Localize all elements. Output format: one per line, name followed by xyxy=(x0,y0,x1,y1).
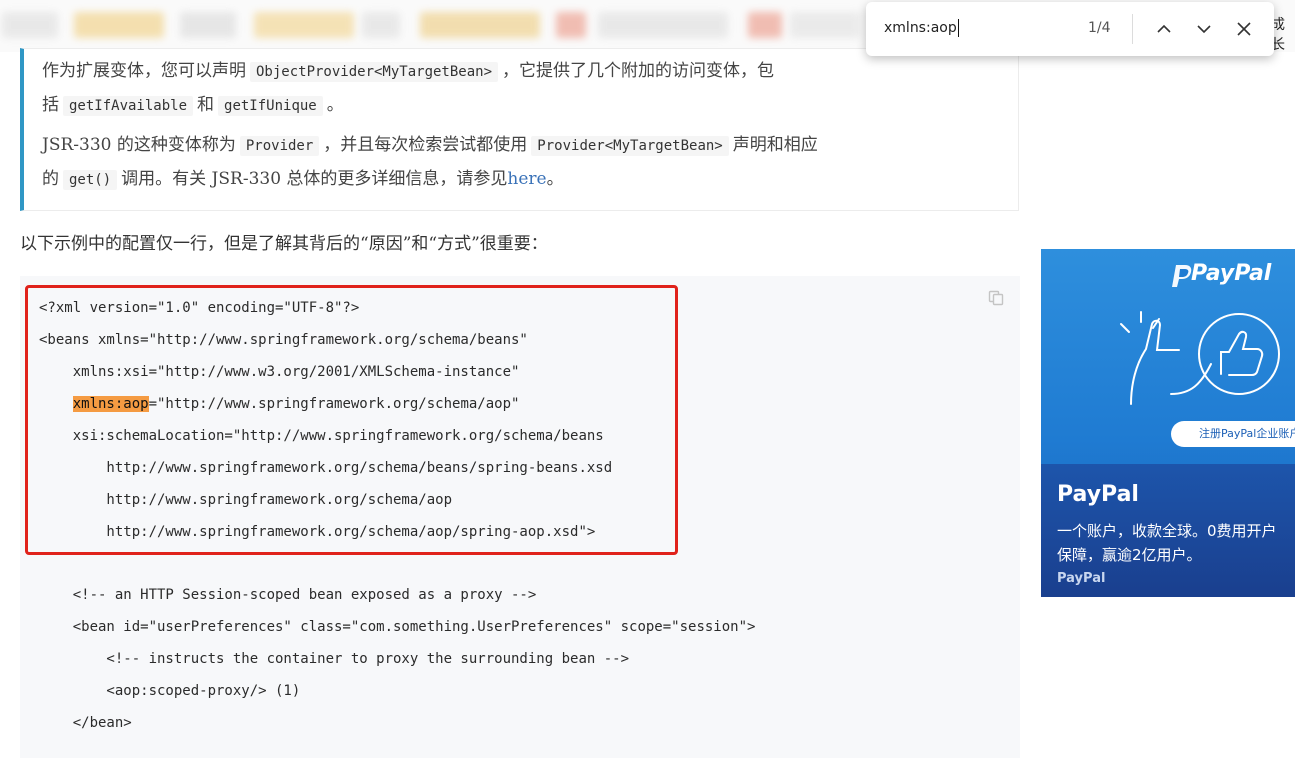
blurred-region xyxy=(2,12,58,38)
next-match-button[interactable] xyxy=(1192,17,1216,41)
text-caret xyxy=(957,19,959,37)
note-text: 的 xyxy=(42,169,59,189)
code-line: </bean> xyxy=(39,715,132,731)
inline-code: ObjectProvider<MyTargetBean> xyxy=(250,62,499,82)
blurred-region xyxy=(790,12,860,38)
ad-logo-text: PayPal xyxy=(1191,261,1272,286)
note-line: 的 get() 调用。有关 JSR-330 总体的更多详细信息，请参见here。 xyxy=(42,167,564,192)
ad-title: PayPal xyxy=(1057,482,1139,507)
note-text: ，它提供了几个附加的访问变体，包 xyxy=(502,61,775,81)
copy-icon[interactable] xyxy=(988,290,1004,306)
inline-code: getIfAvailable xyxy=(63,96,194,116)
blurred-region xyxy=(420,12,540,38)
inline-code: get() xyxy=(63,170,118,190)
previous-match-button[interactable] xyxy=(1152,17,1176,41)
inline-code: getIfUnique xyxy=(218,96,323,116)
inline-code: Provider xyxy=(239,136,320,156)
note-text: 和 xyxy=(197,95,215,115)
blurred-region xyxy=(362,12,400,38)
code-line: <!-- an HTTP Session-scoped bean exposed… xyxy=(39,587,537,603)
code-line: <!-- instructs the container to proxy th… xyxy=(39,651,630,667)
paypal-advertisement[interactable]: PayPal 注册PayPal企业账户 PayPal 一个账户，收款全球。0费用… xyxy=(1041,249,1295,597)
blurred-region xyxy=(180,12,236,38)
note-line: 作为扩展变体，您可以声明 ObjectProvider<MyTargetBean>… xyxy=(42,59,774,84)
note-text: 。 xyxy=(326,95,344,115)
close-icon xyxy=(1237,22,1251,36)
blurred-region xyxy=(254,12,354,38)
blurred-region xyxy=(556,12,586,38)
note-text: 括 xyxy=(42,95,59,115)
note-text: 调用。有关 JSR-330 总体的更多详细信息，请参见 xyxy=(121,169,508,189)
here-link[interactable]: here xyxy=(507,169,546,189)
find-query: xmlns:aop xyxy=(884,20,957,36)
ad-brand: PayPal xyxy=(1057,571,1106,586)
code-line: <bean id="userPreferences" class="com.so… xyxy=(39,619,756,635)
ad-text: 保障，赢逾2亿用户。 xyxy=(1057,546,1202,564)
note-line: 括 getIfAvailable 和 getIfUnique。 xyxy=(42,93,344,118)
note-text: ，并且每次检索尝试都使用 xyxy=(323,135,528,155)
intro-paragraph: 以下示例中的配置仅一行，但是了解其背后的“原因”和“方式”很重要： xyxy=(20,234,548,254)
chevron-up-icon xyxy=(1157,24,1171,33)
red-annotation-box xyxy=(25,285,678,555)
find-input[interactable]: xmlns:aop xyxy=(884,19,1074,37)
match-count: 1/4 xyxy=(1088,20,1111,36)
close-find-button[interactable] xyxy=(1232,17,1256,41)
chevron-down-icon xyxy=(1197,25,1211,34)
blurred-region xyxy=(748,12,782,38)
thumbs-up-illustration-icon xyxy=(1120,311,1280,405)
note-block: 作为扩展变体，您可以声明 ObjectProvider<MyTargetBean>… xyxy=(20,48,1019,211)
note-line: JSR-330 的这种变体称为 Provider ，并且每次检索尝试都使用 Provi… xyxy=(42,133,818,158)
blurred-region xyxy=(74,12,164,38)
ad-text: 一个账户，收款全球。0费用开户 xyxy=(1057,522,1277,540)
inline-code: Provider<MyTargetBean> xyxy=(531,136,729,156)
note-text: 声明和相应 xyxy=(732,135,818,155)
find-in-page-bar: xmlns:aop 1/4 xyxy=(866,2,1274,56)
nav-cut-text[interactable]: 成长 xyxy=(1271,14,1295,54)
blurred-region xyxy=(598,12,728,38)
code-line: <aop:scoped-proxy/> (1) xyxy=(39,683,301,699)
note-text: 。 xyxy=(546,169,564,189)
register-button[interactable]: 注册PayPal企业账户 xyxy=(1171,421,1295,447)
note-text: JSR-330 的这种变体称为 xyxy=(42,135,236,155)
note-text: 作为扩展变体，您可以声明 xyxy=(42,61,246,81)
divider xyxy=(1132,14,1133,44)
